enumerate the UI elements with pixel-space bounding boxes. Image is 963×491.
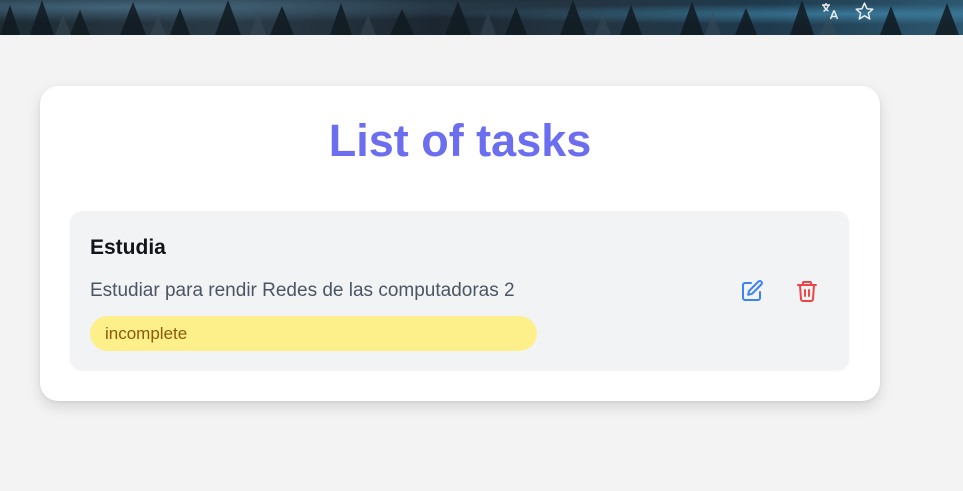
- page-title: List of tasks: [328, 115, 592, 166]
- task-title: Estudia: [90, 236, 166, 259]
- browser-toolbar-icons: [819, 0, 875, 22]
- edit-icon: [740, 279, 764, 306]
- edit-task-button[interactable]: [737, 277, 767, 307]
- header-banner: [0, 0, 963, 35]
- translate-icon[interactable]: [819, 0, 841, 22]
- trash-icon: [795, 279, 819, 306]
- task-description: Estudiar para rendir Redes de las comput…: [90, 280, 515, 301]
- task-item: Estudia Estudiar para rendir Redes de la…: [70, 211, 849, 370]
- star-icon[interactable]: [853, 0, 875, 22]
- task-list-card: List of tasks Estudia Estudiar para rend…: [40, 86, 880, 401]
- status-badge: incomplete: [90, 316, 537, 351]
- delete-task-button[interactable]: [792, 277, 822, 307]
